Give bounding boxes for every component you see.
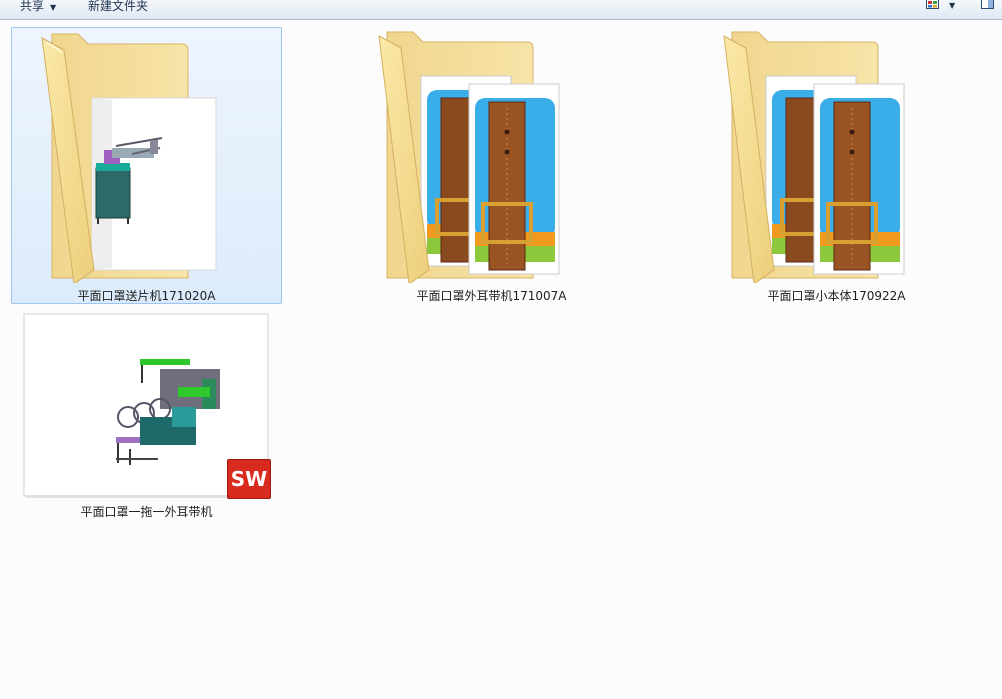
folder-icon xyxy=(41,33,217,283)
share-label: 共享 xyxy=(20,0,45,13)
share-dropdown-caret-icon: ▼ xyxy=(50,3,57,12)
view-dropdown-caret-icon: ▼ xyxy=(949,1,956,10)
file-name: 平面口罩一拖一外耳带机 xyxy=(80,505,213,519)
new-folder-label: 新建文件夹 xyxy=(88,0,149,13)
folder-name: 平面口罩外耳带机171007A xyxy=(416,289,567,303)
folder-item[interactable]: 平面口罩小本体170922A xyxy=(701,27,972,304)
winrar-archive-icon xyxy=(813,83,905,275)
new-folder-button[interactable]: 新建文件夹 xyxy=(88,0,148,16)
folder-name: 平面口罩送片机171020A xyxy=(77,289,216,303)
folder-icon xyxy=(378,31,560,283)
folder-item[interactable]: 平面口罩外耳带机171007A xyxy=(356,27,627,304)
winrar-archive-icon xyxy=(468,83,560,275)
change-view-button[interactable] xyxy=(926,0,942,12)
folder-item[interactable]: 平面口罩送片机171020A xyxy=(11,27,282,304)
solidworks-logo-icon: SW xyxy=(227,459,271,499)
view-options-dropdown[interactable]: ▼ xyxy=(949,0,955,16)
view-thumbnails-icon xyxy=(926,0,939,9)
folder-name: 平面口罩小本体170922A xyxy=(767,289,906,303)
preview-pane-button[interactable] xyxy=(981,0,995,12)
folder-icon xyxy=(723,31,905,283)
file-list: 平面口罩送片机171020A 平面口罩外耳带机171007A 平面口罩小本体17… xyxy=(0,21,1002,699)
share-button[interactable]: 共享 ▼ xyxy=(20,0,56,16)
preview-pane-icon xyxy=(981,0,994,9)
file-item[interactable]: SW 平面口罩一拖一外耳带机 xyxy=(11,308,282,520)
command-bar: 共享 ▼ 新建文件夹 ▼ xyxy=(0,0,1002,20)
